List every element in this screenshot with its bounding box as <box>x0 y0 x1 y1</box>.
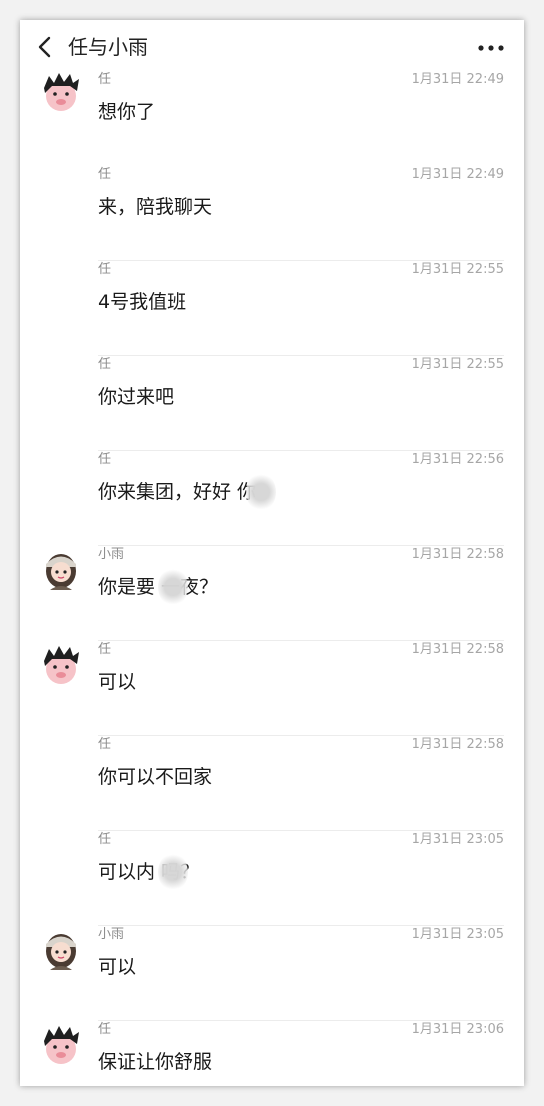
male-avatar-icon <box>44 646 79 684</box>
message-item[interactable]: 任 1月31日 22:58 可以 <box>20 641 524 736</box>
message-time: 1月31日 22:55 <box>411 262 504 277</box>
redaction-blur <box>246 473 276 511</box>
message-time: 1月31日 22:55 <box>411 357 504 372</box>
message-sender: 任 <box>98 262 112 277</box>
message-item[interactable]: 小雨 1月31日 22:58 你是要 一夜？ <box>20 546 524 641</box>
message-item[interactable]: 任 1月31日 22:55 4号我值班 <box>20 261 524 356</box>
back-button[interactable] <box>32 32 60 62</box>
redaction-blur <box>158 568 188 606</box>
message-item[interactable]: 任 1月31日 22:58 你可以不回家 <box>20 736 524 831</box>
redaction-blur <box>158 853 188 891</box>
female-avatar-icon <box>46 554 76 590</box>
message-time: 1月31日 22:56 <box>411 452 504 467</box>
message-sender: 任 <box>98 167 112 182</box>
message-text: 你过来吧 <box>98 386 175 408</box>
message-time: 1月31日 22:49 <box>411 167 504 182</box>
message-time: 1月31日 23:05 <box>411 832 504 847</box>
more-options-button[interactable] <box>476 36 506 60</box>
message-sender: 任 <box>98 357 112 372</box>
message-text: 可以 <box>98 671 137 693</box>
message-text: 你可以不回家 <box>98 766 213 788</box>
message-item[interactable]: 任 1月31日 22:49 来，陪我聊天 <box>20 166 524 261</box>
message-sender: 小雨 <box>98 547 125 562</box>
top-bar: 任与小雨 <box>20 20 524 76</box>
male-avatar-icon <box>44 1026 79 1064</box>
message-item[interactable]: 任 1月31日 22:55 你过来吧 <box>20 356 524 451</box>
male-avatar-icon <box>44 73 79 111</box>
message-sender: 任 <box>98 72 112 87</box>
message-time: 1月31日 22:58 <box>411 737 504 752</box>
chevron-left-icon <box>38 36 51 58</box>
female-avatar-icon <box>46 934 76 970</box>
message-sender: 任 <box>98 737 112 752</box>
message-item[interactable]: 任 1月31日 22:56 你来集团，好好 你 <box>20 451 524 546</box>
message-item[interactable]: 任 1月31日 23:06 保证让你舒服 <box>20 1021 524 1086</box>
message-time: 1月31日 22:49 <box>411 72 504 87</box>
message-sender: 任 <box>98 452 112 467</box>
message-sender: 小雨 <box>98 927 125 942</box>
message-text: 保证让你舒服 <box>98 1051 213 1073</box>
message-time: 1月31日 23:06 <box>411 1022 504 1037</box>
message-time: 1月31日 22:58 <box>411 642 504 657</box>
message-item[interactable]: 任 1月31日 23:05 可以内 吗？ <box>20 831 524 926</box>
message-text: 4号我值班 <box>98 291 187 313</box>
message-sender: 任 <box>98 1022 112 1037</box>
message-time: 1月31日 23:05 <box>411 927 504 942</box>
message-sender: 任 <box>98 832 112 847</box>
page-title: 任与小雨 <box>68 35 148 59</box>
message-time: 1月31日 22:58 <box>411 547 504 562</box>
message-item[interactable]: 小雨 1月31日 23:05 可以 <box>20 926 524 1021</box>
more-dots-icon <box>478 45 504 51</box>
app-window: 任与小雨 任 1月31日 22:49 想你了 任 1月31日 22:49 来，陪… <box>20 20 524 1086</box>
message-text: 你来集团，好好 你 <box>98 481 257 503</box>
message-item[interactable]: 任 1月31日 22:49 想你了 <box>20 71 524 166</box>
message-sender: 任 <box>98 642 112 657</box>
message-text: 来，陪我聊天 <box>98 196 213 218</box>
message-text: 想你了 <box>98 101 156 123</box>
message-text: 可以 <box>98 956 137 978</box>
